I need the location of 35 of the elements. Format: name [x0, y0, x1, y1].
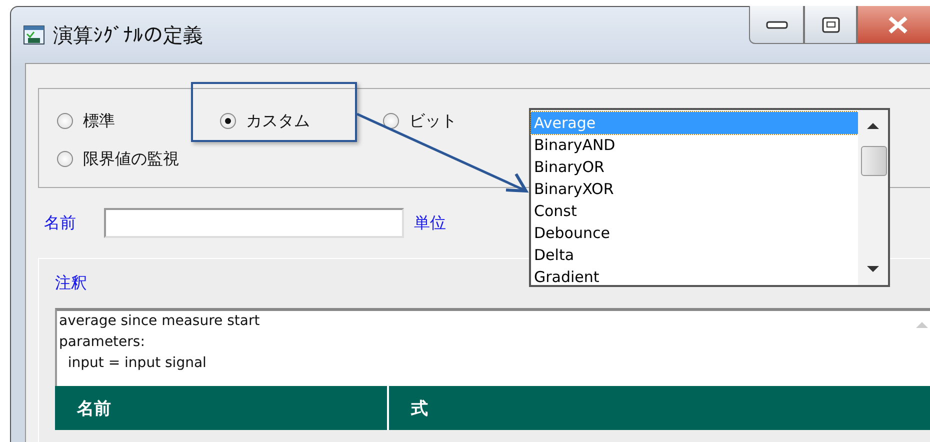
annotation-label: 注釈 [55, 273, 87, 294]
radio-button[interactable] [220, 113, 236, 129]
list-item[interactable]: Debounce [531, 222, 858, 244]
radio-label[interactable]: ビット [409, 110, 457, 132]
annotation-text: average since measure start parameters: input = input signal [59, 313, 260, 371]
radio-label[interactable]: カスタム [246, 110, 310, 132]
list-item[interactable]: Delta [531, 244, 858, 266]
radio-button[interactable] [383, 113, 399, 129]
list-item[interactable]: Gradient [531, 266, 858, 288]
radio-button[interactable] [57, 151, 73, 167]
name-field[interactable] [104, 208, 404, 238]
minimize-icon [764, 20, 788, 30]
list-item[interactable]: BinaryAND [531, 134, 858, 156]
close-icon [887, 16, 909, 34]
close-button[interactable] [857, 6, 930, 44]
function-listbox[interactable]: Average BinaryAND BinaryOR BinaryXOR Const Debounce Delta Gradient [529, 108, 890, 287]
radio-label[interactable]: 標準 [83, 110, 115, 132]
list-item[interactable]: Const [531, 200, 858, 222]
app-icon [23, 25, 45, 45]
column-header: 名前 [55, 386, 389, 430]
list-item[interactable]: BinaryOR [531, 156, 858, 178]
name-label: 名前 [44, 212, 76, 234]
radio-button[interactable] [57, 113, 73, 129]
maximize-button[interactable] [804, 6, 857, 44]
maximize-icon [820, 16, 840, 34]
radio-label[interactable]: 限界値の監視 [83, 148, 179, 170]
unit-label: 単位 [414, 212, 446, 234]
window-title: 演算ｼｸﾞﾅﾙの定義 [53, 22, 203, 48]
minimize-button[interactable] [749, 6, 804, 44]
scroll-down-icon[interactable] [866, 265, 880, 273]
scroll-thumb[interactable] [861, 146, 887, 176]
column-header: 式 [410, 398, 429, 420]
scrollbar[interactable] [858, 110, 888, 285]
list-item[interactable]: BinaryXOR [531, 178, 858, 200]
scroll-up-icon[interactable] [866, 122, 880, 130]
